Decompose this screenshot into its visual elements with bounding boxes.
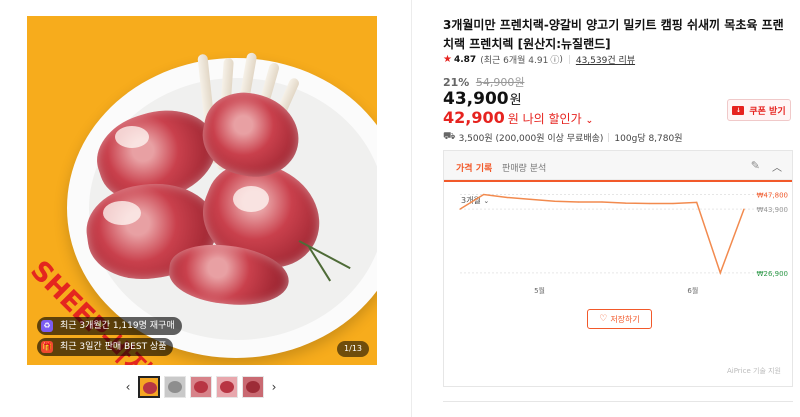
chart-labels: ₩47,800 ₩43,900 ₩26,900 5월 6월 [534,192,788,296]
price-point [506,196,508,199]
sale-price: 43,900원 [443,89,522,109]
thumbnail-5[interactable] [242,376,264,398]
image-counter: 1/13 [337,341,369,357]
recent-rating: (최근 6개월 4.91 [480,56,549,66]
repurchase-badge: ♻ 최근 3개월간 1,119명 재구매 [37,317,182,335]
prev-image-arrow[interactable]: ‹ [120,380,136,394]
coupon-icon: ↓ [732,105,745,115]
unit-price: 100g당 8,780원 [614,134,683,144]
coupon-button[interactable]: ↓ 쿠폰 받기 [727,99,791,121]
bottom-divider [443,401,793,402]
repurchase-icon: ♻ [41,320,53,332]
thumbnail-2[interactable] [164,376,186,398]
product-title: 3개월미만 프렌치랙-양갈비 양고기 밀키트 캠핑 쉬새끼 목초육 프랜치랙 프… [443,18,784,51]
tab-price-history[interactable]: 가격 기록 [456,161,492,174]
original-price: 54,900원 [475,76,525,89]
divider [608,133,610,142]
price-point [696,201,698,203]
price-point [459,208,461,210]
shipping-fee: 3,500원 (200,000원 이상 무료배송) [458,134,604,144]
thumbnail-image [246,381,260,393]
thumbnail-1[interactable] [138,376,160,398]
thumbnail-image [168,381,182,393]
price-point [672,202,674,205]
thumbnail-strip: ‹ › [120,376,282,398]
x-tick-label: 6월 [687,286,698,295]
shipping-row: ⛟ 3,500원 (200,000원 이상 무료배송) 100g당 8,780원 [443,131,683,144]
star-icon: ★ [443,54,452,65]
thumbnail-4[interactable] [216,376,238,398]
price-point [625,202,627,204]
save-button[interactable]: ♡ 저장하기 [587,309,652,329]
price-point [577,201,579,203]
discount-rate: 21% [443,76,470,89]
my-price-number: 42,900 [443,108,505,127]
discount-row: 21% 54,900원 [443,74,524,90]
edit-pencil-icon[interactable]: ✎ [751,159,760,172]
review-count-link[interactable]: 43,539건 리뷰 [576,53,635,66]
chevron-up-icon[interactable]: ︿ [772,159,782,174]
price-history-panel: 가격 기록 판매량 분석 ✎ ︿ 3개월 ⌄ ₩47,800 ₩43,900 ₩26… [443,150,793,387]
repurchase-badge-text: 최근 3개월간 1,119명 재구매 [60,321,175,331]
min-price-label: ₩26,900 [757,270,788,278]
my-price-label: 원 나의 할인가 [507,112,582,126]
fat-marbling [103,201,141,225]
truck-icon: ⛟ [443,131,456,142]
sale-price-unit: 원 [509,93,522,108]
chart-grid [460,194,788,274]
price-line [459,193,745,276]
product-main-image[interactable]: SHEEP-바지 ♻ 최근 3개월간 1,119명 재구매 🎁 최근 3일간 판… [27,16,377,365]
rating-score: 4.87 [453,54,477,65]
chart-series [459,193,745,276]
current-price-label: ₩43,900 [757,206,788,214]
column-divider [411,0,412,417]
divider [568,55,570,64]
sale-price-number: 43,900 [443,89,509,109]
price-point [483,193,485,196]
recent-rating-close: ) [559,54,563,65]
coupon-label: 쿠폰 받기 [749,106,786,117]
thumbnail-image [143,382,157,394]
heart-icon: ♡ [599,314,608,324]
chevron-down-icon: ⌄ [585,116,594,126]
price-point [601,201,603,203]
price-point [554,200,556,202]
max-price-label: ₩47,800 [757,192,788,200]
price-point [648,202,650,205]
panel-header: 가격 기록 판매량 분석 ✎ ︿ [444,151,792,180]
tab-sales-analysis[interactable]: 판매량 분석 [502,161,546,174]
price-point [719,272,721,274]
price-chart: ₩47,800 ₩43,900 ₩26,900 5월 6월 [459,192,788,296]
fat-marbling [115,126,149,148]
credit-text: AiPrice 기술 지원 [726,367,781,375]
save-button-label: 저장하기 [610,314,640,324]
best-seller-badge: 🎁 최근 3일간 판매 BEST 상품 [37,338,174,356]
info-icon[interactable]: ⓘ [550,53,559,66]
thumbnail-image [194,381,208,393]
fat-marbling [233,186,269,212]
gift-icon: 🎁 [41,341,53,353]
next-image-arrow[interactable]: › [266,380,282,394]
thumbnail-image [220,381,234,393]
thumbnail-3[interactable] [190,376,212,398]
rating-row: ★ 4.87 (최근 6개월 4.91 ⓘ ) 43,539건 리뷰 [443,53,635,66]
best-seller-badge-text: 최근 3일간 판매 BEST 상품 [60,342,167,352]
price-point [530,198,532,200]
price-point [743,208,745,210]
my-discount-price[interactable]: 42,900 원 나의 할인가 ⌄ [443,108,593,127]
x-tick-label: 5월 [534,286,545,295]
